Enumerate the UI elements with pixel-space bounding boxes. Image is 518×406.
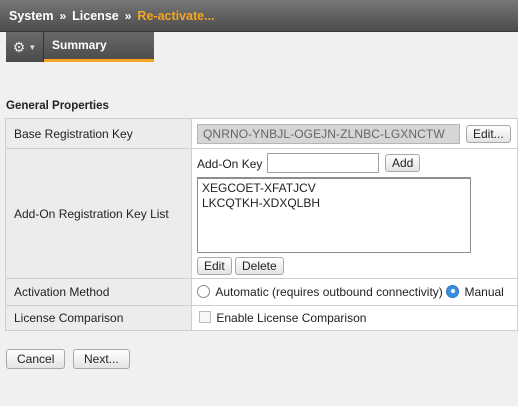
comparison-cell: Enable License Comparison xyxy=(191,305,518,331)
breadcrumb-license[interactable]: License xyxy=(72,9,119,23)
base-key-cell: QNRNO-YNBJL-OGEJN-ZLNBC-LGXNCTW Edit... xyxy=(191,118,518,149)
addon-key-input[interactable] xyxy=(267,152,379,173)
radio-automatic[interactable] xyxy=(197,284,210,298)
radio-manual[interactable] xyxy=(446,284,460,298)
settings-menu-button[interactable]: ⚙ ▼ xyxy=(6,32,44,62)
base-key-row: Base Registration Key QNRNO-YNBJL-OGEJN-… xyxy=(5,118,518,149)
enable-comparison-label[interactable]: Enable License Comparison xyxy=(216,311,366,325)
activation-row: Activation Method Automatic (requires ou… xyxy=(5,278,518,306)
tab-bar: ⚙ ▼ Summary xyxy=(0,32,518,62)
breadcrumb-separator: » xyxy=(59,8,67,23)
next-button[interactable]: Next... xyxy=(73,349,130,369)
addon-key-cell: Add-On Key Add XEGCOET-XFATJCV LKCQTKH-X… xyxy=(191,148,518,279)
activation-label: Activation Method xyxy=(5,278,192,306)
breadcrumb-system[interactable]: System xyxy=(9,9,53,23)
breadcrumb: System » License » Re-activate... xyxy=(0,0,518,32)
base-key-edit-button[interactable]: Edit... xyxy=(466,124,511,143)
addon-edit-button[interactable]: Edit xyxy=(197,256,232,275)
activation-cell: Automatic (requires outbound connectivit… xyxy=(191,278,518,306)
addon-key-label: Add-On Registration Key List xyxy=(5,148,192,279)
enable-comparison-checkbox[interactable] xyxy=(199,311,211,324)
addon-delete-button[interactable]: Delete xyxy=(235,256,284,275)
chevron-down-icon: ▼ xyxy=(28,42,37,52)
addon-key-list[interactable]: XEGCOET-XFATJCV LKCQTKH-XDXQLBH xyxy=(197,176,471,253)
list-item[interactable]: XEGCOET-XFATJCV xyxy=(202,181,466,196)
list-item[interactable]: LKCQTKH-XDXQLBH xyxy=(202,196,466,211)
cancel-button[interactable]: Cancel xyxy=(6,349,66,369)
addon-key-row: Add-On Registration Key List Add-On Key … xyxy=(5,148,518,279)
addon-input-label: Add-On Key xyxy=(197,156,263,171)
breadcrumb-reactivate: Re-activate... xyxy=(137,8,215,23)
addon-key-editor: Add-On Key Add XEGCOET-XFATJCV LKCQTKH-X… xyxy=(197,151,517,277)
automatic-label[interactable]: Automatic (requires outbound connectivit… xyxy=(215,285,442,299)
comparison-row: License Comparison Enable License Compar… xyxy=(5,305,518,331)
gear-icon: ⚙ xyxy=(12,38,26,55)
section-title: General Properties xyxy=(6,100,109,112)
addon-add-button[interactable]: Add xyxy=(385,153,421,172)
tab-summary[interactable]: Summary xyxy=(44,32,154,62)
base-key-field: QNRNO-YNBJL-OGEJN-ZLNBC-LGXNCTW xyxy=(197,123,460,144)
comparison-label: License Comparison xyxy=(5,305,192,331)
properties-table: Base Registration Key QNRNO-YNBJL-OGEJN-… xyxy=(5,118,518,331)
manual-label[interactable]: Manual xyxy=(464,285,503,299)
breadcrumb-separator: » xyxy=(124,8,132,23)
base-key-label: Base Registration Key xyxy=(5,118,192,149)
